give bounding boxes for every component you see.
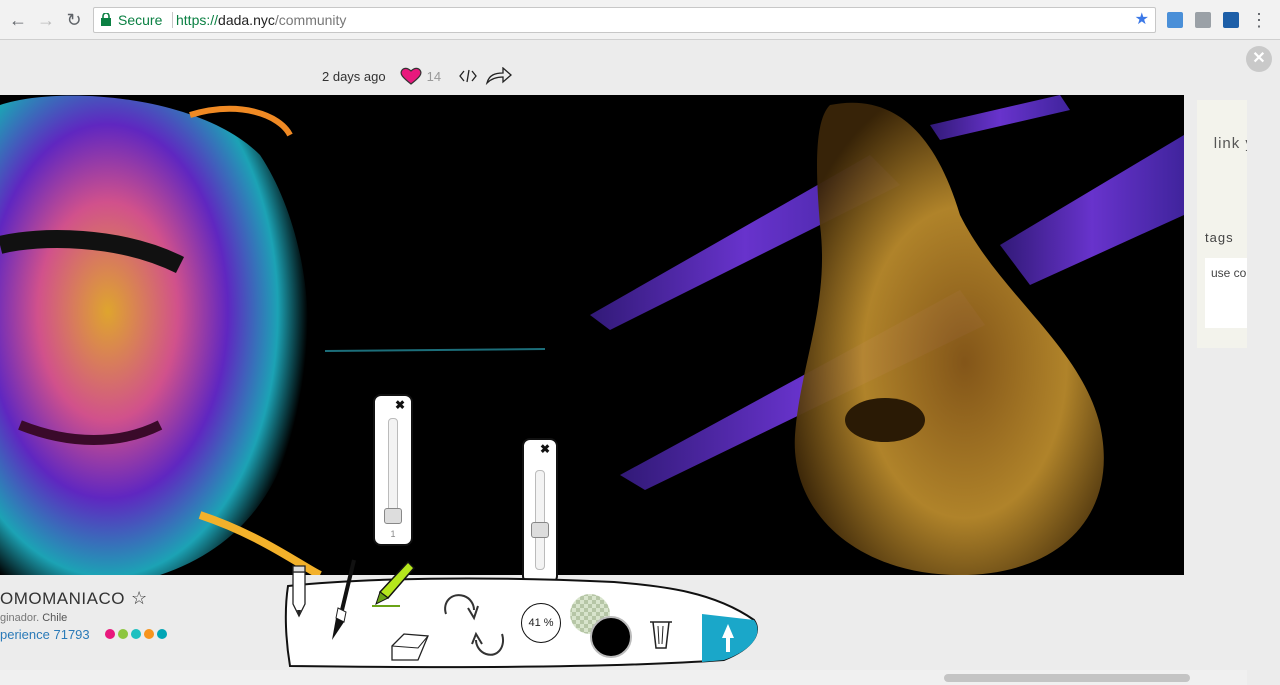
pencil-tool-icon[interactable]: [289, 562, 309, 618]
address-bar[interactable]: Secure https://dada.nyc/community ★: [93, 7, 1156, 33]
user-role: ginador. Chile: [0, 612, 280, 624]
tags-label: tags: [1205, 230, 1234, 245]
color-dot: [104, 629, 115, 639]
secure-label: Secure: [118, 12, 163, 28]
omnibox-separator: [172, 12, 173, 28]
side-panel: link y you tags use co: [1197, 100, 1247, 348]
close-opacity-slider-icon[interactable]: ✖: [540, 442, 550, 456]
url-scheme: https://: [176, 12, 219, 28]
close-icon[interactable]: ✕: [1246, 46, 1272, 72]
color-dot: [130, 629, 141, 639]
url-path: /community: [274, 12, 347, 28]
post-time: 2 days ago: [322, 68, 386, 84]
link-your-text: link y you: [1213, 135, 1247, 152]
user-experience: perience 71793: [0, 627, 280, 642]
opacity-slider-handle[interactable]: [531, 522, 549, 538]
user-role-prefix: ginador.: [0, 612, 40, 624]
browser-toolbar: ← → ↻ Secure https://dada.nyc/community …: [0, 0, 1280, 40]
undo-icon[interactable]: [470, 624, 510, 664]
marker-tool-icon[interactable]: [370, 558, 416, 608]
extension-search-icon[interactable]: [1195, 12, 1211, 28]
ink-brush-tool-icon[interactable]: [326, 558, 358, 642]
brush-size-slider-panel: ✖ 1: [373, 394, 413, 546]
eraser-tool-icon[interactable]: [388, 630, 430, 664]
color-dots: [102, 627, 167, 642]
user-name[interactable]: OMOMANIACO: [0, 589, 125, 608]
color-dot: [117, 629, 128, 639]
opacity-slider-panel: ✖: [522, 438, 558, 584]
follow-star-icon[interactable]: ☆: [131, 588, 148, 608]
post-meta: 2 days ago 14: [322, 66, 513, 86]
bookmark-star-icon[interactable]: ★: [1135, 8, 1149, 32]
share-arrow-icon[interactable]: [485, 67, 513, 85]
opacity-slider-track[interactable]: [535, 470, 545, 570]
user-info: OMOMANIACO ☆ ginador. Chile perience 7179…: [0, 588, 280, 642]
experience-text: perience 71793: [0, 627, 90, 642]
drawing-canvas[interactable]: [0, 95, 1184, 575]
page-content: 2 days ago 14 ✕ link tags use co OMOMANI…: [0, 40, 1280, 685]
reload-icon[interactable]: ↻: [63, 9, 85, 31]
menu-kebab-icon[interactable]: ⋮: [1248, 9, 1270, 31]
lock-icon: [101, 13, 111, 26]
tags-input[interactable]: use co: [1205, 258, 1247, 328]
artwork: [0, 95, 1184, 575]
url-text: https://dada.nyc/community: [176, 8, 346, 32]
extension-refresh-icon[interactable]: [1167, 12, 1183, 28]
redo-icon[interactable]: [438, 586, 480, 626]
extension-magnifier-icon[interactable]: [1223, 12, 1239, 28]
color-dot: [156, 629, 167, 639]
heart-icon[interactable]: [400, 67, 422, 85]
user-location: Chile: [42, 612, 68, 624]
url-host: dada.nyc: [218, 12, 275, 28]
horizontal-scrollbar[interactable]: [944, 674, 1190, 682]
user-name-row: OMOMANIACO ☆: [0, 588, 280, 609]
forward-arrow-icon[interactable]: →: [35, 9, 57, 31]
close-size-slider-icon[interactable]: ✖: [395, 398, 405, 412]
size-value: 1: [390, 529, 396, 539]
black-color-swatch[interactable]: [588, 614, 634, 660]
color-dot: [143, 629, 154, 639]
embed-code-icon[interactable]: [459, 69, 477, 83]
like-count: 14: [426, 68, 442, 84]
back-arrow-icon[interactable]: ←: [7, 9, 29, 31]
opacity-value[interactable]: 41 %: [521, 603, 561, 643]
size-slider-handle[interactable]: [384, 508, 402, 524]
trash-icon[interactable]: [648, 618, 674, 650]
